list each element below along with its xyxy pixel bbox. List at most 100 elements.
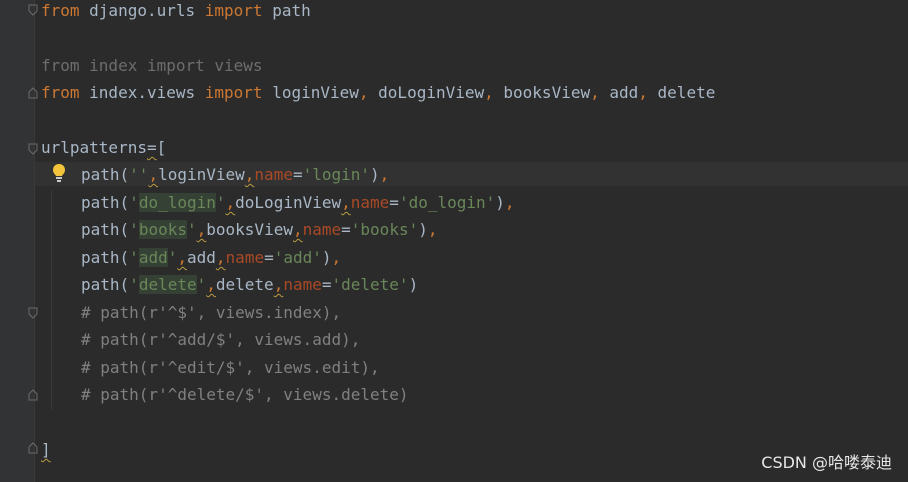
comma: , — [177, 248, 187, 267]
quote: ' — [129, 193, 139, 212]
unused-import-text: from index import views — [41, 56, 263, 75]
keyword-from: from — [41, 1, 80, 20]
path-call: path( — [81, 248, 130, 267]
comma: , — [292, 220, 303, 239]
name-param: name — [302, 220, 342, 239]
imported-name: doLoginView — [368, 83, 485, 102]
imported-name: booksView — [493, 83, 591, 102]
quote: ' — [129, 248, 139, 267]
code-line-route-do-login[interactable]: path('do_login',doLoginView,name='do_log… — [81, 192, 515, 214]
equals: = — [292, 165, 303, 184]
keyword-from: from — [41, 83, 80, 102]
imported-name: delete — [647, 83, 716, 102]
fold-marker-icon[interactable] — [28, 389, 38, 401]
name-value: 'add' — [273, 248, 322, 267]
name-value: 'books' — [350, 220, 419, 239]
path-call: path( — [81, 275, 130, 294]
comma: , — [273, 275, 284, 294]
comma: , — [244, 165, 255, 184]
comment-text: # path(r'^$', views.index), — [81, 303, 342, 322]
comma: , — [638, 83, 648, 102]
editor-gutter[interactable] — [0, 0, 34, 482]
name-param: name — [283, 275, 322, 294]
view-name: doLoginView — [235, 193, 342, 212]
fold-marker-icon[interactable] — [28, 442, 38, 454]
comment-text: # path(r'^delete/$', views.delete) — [81, 385, 409, 404]
close-paren: ) — [408, 275, 419, 294]
trailing-comma: , — [504, 193, 515, 212]
equals: = — [341, 220, 351, 239]
quote: ' — [186, 220, 197, 239]
code-line-comment[interactable]: # path(r'^delete/$', views.delete) — [81, 384, 409, 406]
name-value: 'login' — [302, 165, 371, 184]
trailing-comma: , — [331, 248, 342, 267]
comment-text: # path(r'^add/$', views.add), — [81, 330, 361, 349]
view-name: loginView — [158, 165, 245, 184]
equals: = — [389, 193, 399, 212]
equals: = — [264, 248, 274, 267]
code-line-route-delete[interactable]: path('delete',delete,name='delete') — [81, 274, 418, 296]
code-line-import-path[interactable]: from django.urls import path — [41, 0, 311, 22]
code-line-unused-import[interactable]: from index import views — [41, 55, 263, 77]
code-line-comment[interactable]: # path(r'^edit/$', views.edit), — [81, 357, 380, 379]
code-line-closing-bracket[interactable]: ] — [41, 439, 51, 461]
open-bracket: [ — [156, 138, 167, 157]
route-string: delete — [138, 275, 197, 294]
code-line-import-views[interactable]: from index.views import loginView, doLog… — [41, 82, 715, 104]
route-string: do_login — [138, 193, 216, 212]
module-name: django.urls — [79, 1, 205, 20]
code-line-urlpatterns[interactable]: urlpatterns=[ — [41, 137, 166, 159]
path-call: path( — [81, 193, 130, 212]
close-paren: ) — [418, 220, 428, 239]
close-paren: ) — [495, 193, 505, 212]
keyword-import: import — [204, 83, 263, 102]
quote: ' — [196, 275, 207, 294]
comma: , — [484, 83, 494, 102]
route-string: add — [138, 248, 168, 267]
quote: ' — [167, 248, 178, 267]
imported-name: loginView — [262, 83, 359, 102]
view-name: booksView — [206, 220, 293, 239]
fold-marker-icon[interactable] — [28, 143, 38, 155]
quote: ' — [129, 220, 139, 239]
comma: , — [215, 248, 226, 267]
comment-text: # path(r'^edit/$', views.edit), — [81, 358, 380, 377]
fold-marker-icon[interactable] — [28, 4, 38, 16]
watermark: CSDN @哈喽泰迪 — [761, 453, 892, 472]
route-string: books — [138, 220, 187, 239]
trailing-comma: , — [427, 220, 438, 239]
code-line-route-login[interactable]: path('',loginView,name='login'), — [81, 164, 389, 186]
variable-urlpatterns: urlpatterns — [41, 138, 147, 157]
comma: , — [196, 220, 207, 239]
code-line-comment[interactable]: # path(r'^$', views.index), — [81, 302, 341, 324]
assign-operator: = — [146, 138, 157, 157]
comma: , — [225, 193, 236, 212]
view-name: delete — [215, 275, 274, 294]
lightbulb-icon[interactable] — [52, 163, 66, 183]
indent-guide — [51, 190, 52, 410]
close-paren: ) — [321, 248, 332, 267]
path-call: path( — [81, 220, 130, 239]
name-param: name — [350, 193, 390, 212]
imported-name: path — [262, 1, 311, 20]
name-value: 'do_login' — [398, 193, 496, 212]
gutter-divider — [34, 0, 35, 482]
name-param: name — [254, 165, 293, 184]
trailing-comma: , — [379, 165, 390, 184]
comma: , — [358, 83, 369, 102]
close-bracket: ] — [41, 440, 51, 459]
comma: , — [341, 193, 351, 212]
module-name: index.views — [79, 83, 205, 102]
code-line-comment[interactable]: # path(r'^add/$', views.add), — [81, 329, 360, 351]
quote: ' — [129, 275, 139, 294]
route-string: '' — [129, 165, 149, 184]
fold-marker-icon[interactable] — [28, 87, 38, 99]
code-line-route-add[interactable]: path('add',add,name='add'), — [81, 247, 341, 269]
code-line-route-books[interactable]: path('books',booksView,name='books'), — [81, 219, 438, 241]
code-editor[interactable]: from django.urls import path from index … — [0, 0, 908, 482]
comma: , — [590, 83, 600, 102]
view-name: add — [187, 248, 216, 267]
fold-marker-icon[interactable] — [28, 307, 38, 319]
path-call: path( — [81, 165, 130, 184]
comma: , — [206, 275, 216, 294]
